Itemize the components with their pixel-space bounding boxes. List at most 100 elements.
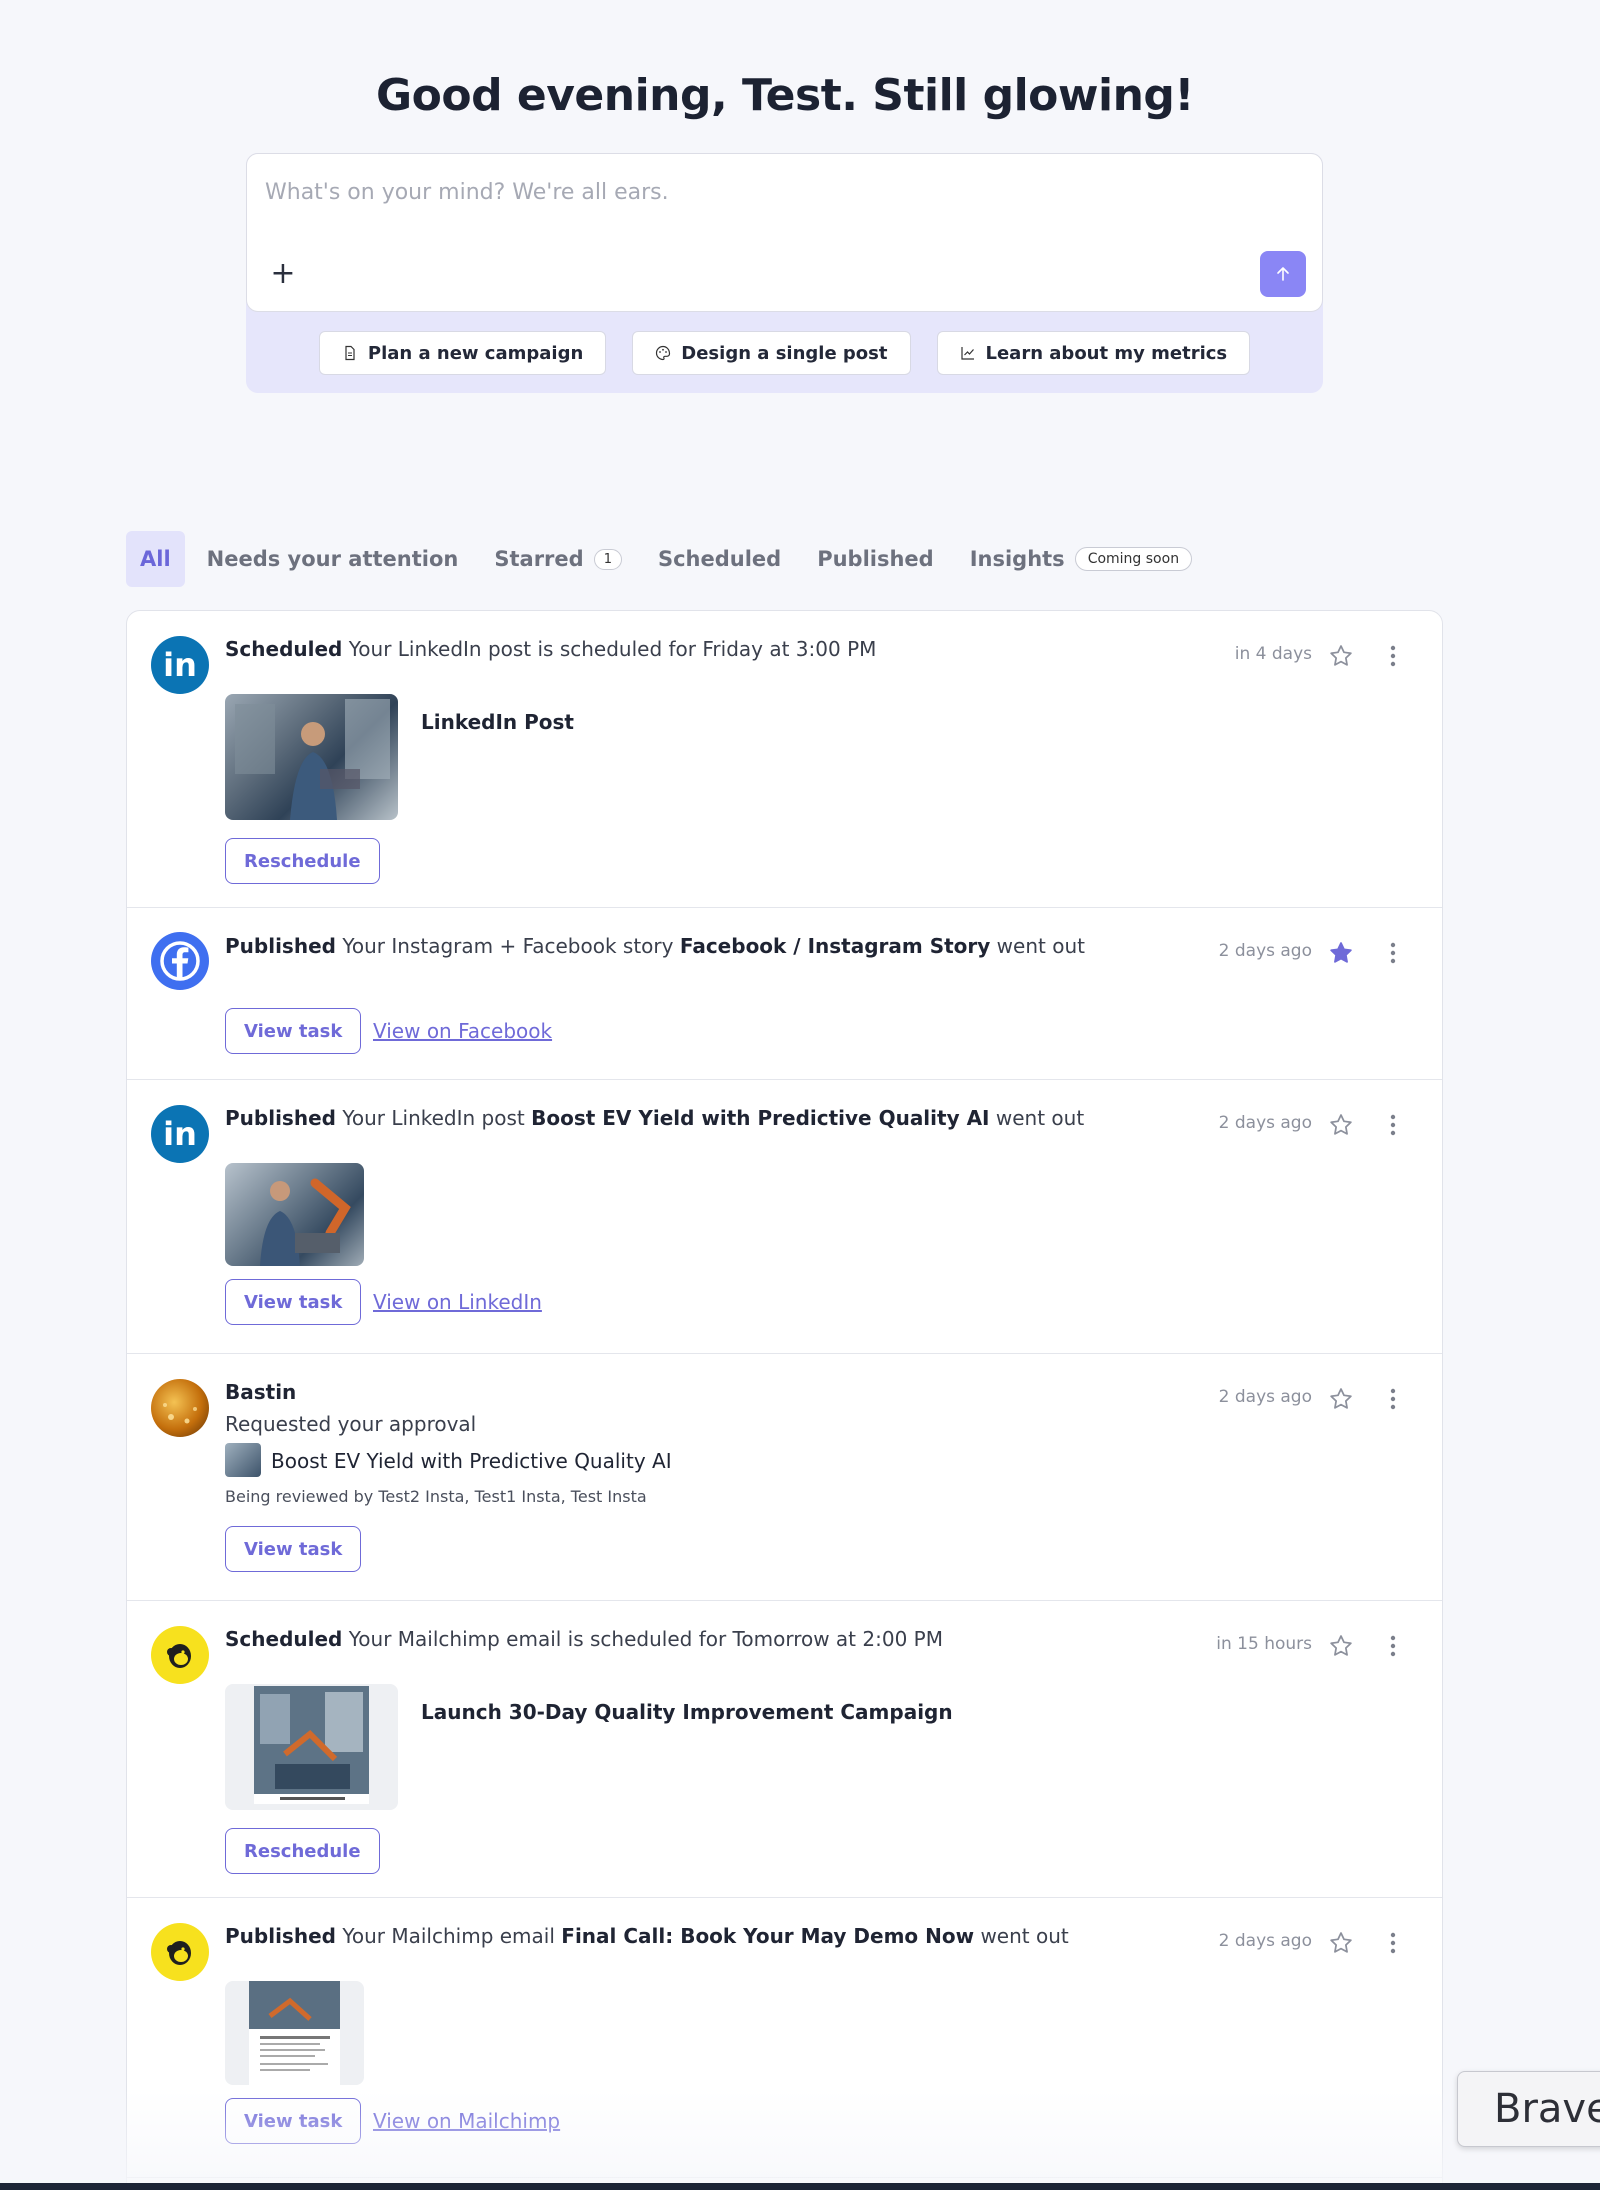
tab-published[interactable]: Published [803, 531, 948, 587]
design-post-label: Design a single post [681, 342, 888, 364]
palette-icon [656, 345, 671, 361]
mailchimp-icon [151, 1923, 209, 1981]
timestamp: 2 days ago [1218, 1113, 1312, 1133]
post-title: Boost EV Yield with Predictive Quality A… [531, 1106, 990, 1130]
email-thumbnail[interactable] [225, 1981, 364, 2085]
timestamp: 2 days ago [1218, 1387, 1312, 1407]
tab-scheduled[interactable]: Scheduled [644, 531, 795, 587]
starred-count-badge: 1 [593, 548, 622, 570]
view-on-mailchimp-link[interactable]: View on Mailchimp [373, 2109, 560, 2133]
tab-all[interactable]: All [126, 531, 185, 587]
linkedin-logo-text: in [163, 1115, 197, 1153]
view-on-facebook-link[interactable]: View on Facebook [373, 1019, 552, 1043]
tab-scheduled-label: Scheduled [657, 547, 782, 571]
status-label: Published [225, 1924, 336, 1948]
plan-campaign-button[interactable]: Plan a new campaign [318, 331, 607, 375]
view-task-button[interactable]: View task [225, 1526, 362, 1572]
tab-all-label: All [140, 547, 171, 571]
tab-published-label: Published [817, 547, 934, 571]
post-title: Final Call: Book Your May Demo Now [561, 1924, 975, 1948]
more-vertical-icon[interactable] [1378, 1384, 1408, 1414]
document-icon [345, 345, 355, 361]
star-icon[interactable] [1326, 1110, 1356, 1140]
tab-attention-label: Needs your attention [206, 547, 459, 571]
view-task-button[interactable]: View task [225, 1279, 362, 1325]
linkedin-icon: in [151, 636, 209, 694]
filter-tabs: All Needs your attention Starred 1 Sched… [126, 531, 1206, 587]
requester-name: Bastin [225, 1380, 296, 1404]
tab-starred-label: Starred [494, 547, 584, 571]
task-title[interactable]: Boost EV Yield with Predictive Quality A… [271, 1449, 672, 1473]
post-title: Facebook / Instagram Story [679, 934, 991, 958]
brave-popup[interactable]: Brave [1457, 2071, 1600, 2147]
greeting-title: Good evening, Test. Still glowing! [376, 70, 1195, 121]
facebook-icon [151, 932, 209, 990]
feed-item: in Published Your LinkedIn post Boost EV… [127, 1080, 1442, 1354]
tab-insights[interactable]: Insights Coming soon [956, 531, 1206, 587]
feed-item: Published Your Instagram + Facebook stor… [127, 908, 1442, 1080]
status-label: Scheduled [225, 1627, 343, 1651]
reschedule-button[interactable]: Reschedule [225, 1828, 380, 1874]
view-task-button[interactable]: View task [225, 2098, 362, 2144]
headline-text: Your LinkedIn post [342, 1106, 525, 1130]
approval-request-text: Requested your approval [225, 1412, 477, 1436]
arrow-up-icon [1277, 267, 1289, 281]
headline-suffix: went out [995, 1106, 1085, 1130]
post-title: Launch 30-Day Quality Improvement Campai… [421, 1700, 953, 1724]
headline-text: Your Mailchimp email is scheduled for To… [348, 1627, 943, 1651]
design-post-button[interactable]: Design a single post [632, 331, 911, 375]
coming-soon-badge: Coming soon [1074, 547, 1193, 571]
star-icon[interactable] [1326, 1631, 1356, 1661]
composer-input[interactable] [265, 180, 1265, 205]
plus-icon[interactable]: + [265, 256, 301, 292]
composer-box: + [246, 153, 1323, 312]
tab-insights-label: Insights [969, 547, 1065, 571]
quick-actions: Plan a new campaign Design a single post… [246, 331, 1323, 375]
timestamp: 2 days ago [1218, 941, 1312, 961]
avatar [151, 1379, 209, 1437]
more-vertical-icon[interactable] [1378, 1928, 1408, 1958]
star-icon[interactable] [1326, 1928, 1356, 1958]
star-icon[interactable] [1326, 641, 1356, 671]
linkedin-logo-text: in [163, 646, 197, 684]
headline-text: Your Mailchimp email [342, 1924, 555, 1948]
line-chart-icon [960, 347, 974, 360]
feed-headline: Published Your Instagram + Facebook stor… [225, 934, 1085, 958]
feed-headline: Published Your LinkedIn post Boost EV Yi… [225, 1106, 1084, 1130]
more-vertical-icon[interactable] [1378, 938, 1408, 968]
linkedin-icon: in [151, 1105, 209, 1163]
activity-feed: in Scheduled Your LinkedIn post is sched… [126, 610, 1443, 2190]
post-title: LinkedIn Post [421, 710, 574, 734]
more-vertical-icon[interactable] [1378, 1631, 1408, 1661]
headline-suffix: went out [996, 934, 1085, 958]
post-thumbnail[interactable] [225, 1163, 364, 1266]
composer-panel: + Plan a new campaign Design a single po… [246, 153, 1323, 393]
feed-headline: Published Your Mailchimp email Final Cal… [225, 1924, 1069, 1948]
more-vertical-icon[interactable] [1378, 641, 1408, 671]
view-on-linkedin-link[interactable]: View on LinkedIn [373, 1290, 542, 1314]
status-label: Published [225, 1106, 336, 1130]
headline-text: Your LinkedIn post is scheduled for Frid… [348, 637, 877, 661]
star-icon[interactable] [1326, 1384, 1356, 1414]
reschedule-button[interactable]: Reschedule [225, 838, 380, 884]
tab-needs-attention[interactable]: Needs your attention [193, 531, 473, 587]
requester-name-text: Bastin [225, 1380, 297, 1404]
view-task-button[interactable]: View task [225, 1008, 362, 1054]
post-thumbnail[interactable] [225, 694, 398, 820]
learn-metrics-label: Learn about my metrics [985, 342, 1228, 364]
feed-item: Bastin Requested your approval Boost EV … [127, 1354, 1442, 1601]
mailchimp-icon [151, 1626, 209, 1684]
send-button[interactable] [1260, 251, 1306, 297]
status-label: Published [225, 934, 336, 958]
learn-metrics-button[interactable]: Learn about my metrics [936, 331, 1251, 375]
star-filled-icon[interactable] [1326, 938, 1356, 968]
feed-item: Scheduled Your Mailchimp email is schedu… [127, 1601, 1442, 1898]
status-label: Scheduled [225, 637, 343, 661]
timestamp: 2 days ago [1218, 1931, 1312, 1951]
more-vertical-icon[interactable] [1378, 1110, 1408, 1140]
feed-headline: Scheduled Your LinkedIn post is schedule… [225, 637, 876, 661]
tab-starred[interactable]: Starred 1 [480, 531, 636, 587]
email-thumbnail[interactable] [225, 1684, 398, 1810]
task-thumbnail[interactable] [225, 1443, 261, 1477]
reviewers-text: Being reviewed by Test2 Insta, Test1 Ins… [225, 1487, 647, 1506]
